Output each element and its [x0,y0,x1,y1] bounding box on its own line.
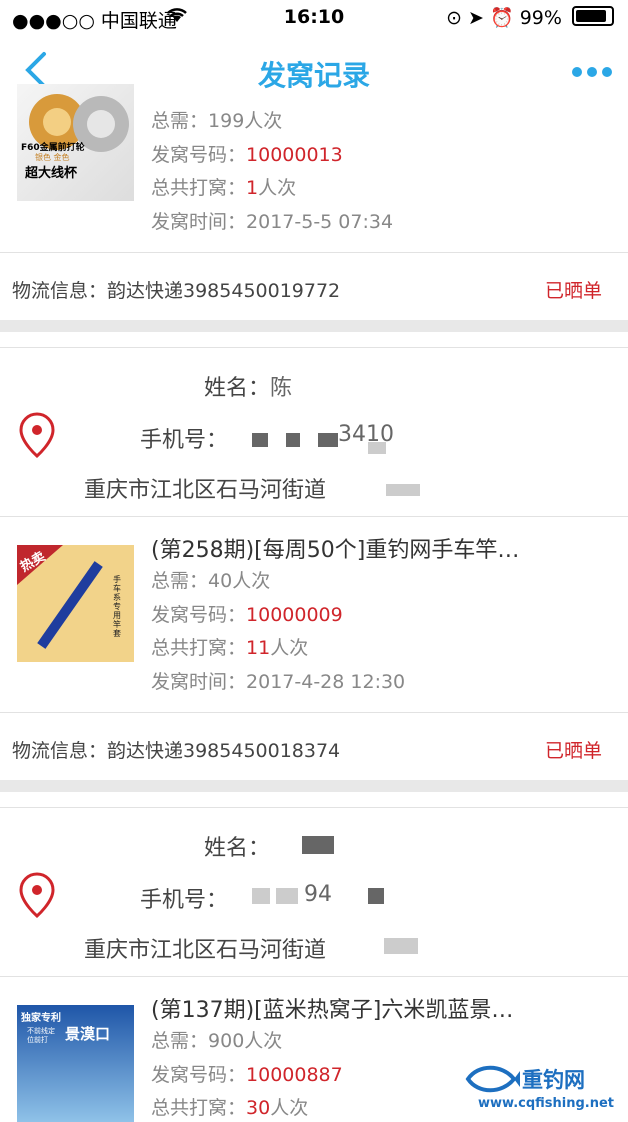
image-caption-1: 独家专利 [21,1013,61,1024]
redaction [252,888,270,904]
divider [0,976,628,977]
section-gap [0,320,628,332]
recipient-name: 姓名： [204,836,271,861]
bets-count: 总共打窝：11人次 [151,637,309,659]
status-badge[interactable]: 已晒单 [545,736,602,763]
location-icon: ➤ [468,7,484,29]
bets-count: 总共打窝：1人次 [151,177,297,199]
order-number: 发窝号码：10000009 [151,604,343,626]
total-needed: 总需：40人次 [151,570,271,592]
product-image: 热卖 手车系专用竿套 [17,545,134,662]
product-image: 独家专利 不前线定位前打 景漠口 [17,1005,134,1122]
redaction [302,836,334,854]
redaction [318,433,338,447]
location-pin-icon [18,412,56,458]
status-badge[interactable]: 已晒单 [545,276,602,303]
divider [0,807,628,808]
image-caption-3: 景漠口 [65,1025,111,1043]
recipient-phone: 手机号： [140,888,229,913]
total-needed: 总需：900人次 [151,1030,283,1052]
divider [0,712,628,713]
total-needed: 总需：199人次 [151,110,283,132]
bets-count: 总共打窝：30人次 [151,1097,309,1119]
divider [0,347,628,348]
recipient-name: 姓名：陈 [204,376,293,401]
divider [0,252,628,253]
image-caption-2: 不前线定位前打 [27,1027,55,1044]
alarm-icon: ⏰ [490,7,514,29]
redaction [286,433,300,447]
order-number: 发窝号码：10000887 [151,1064,343,1086]
redaction [276,888,298,904]
redaction [368,442,386,454]
recipient-phone: 手机号： [140,428,229,453]
image-caption: 手车系专用竿套 [113,575,121,638]
order-time: 发窝时间：2017-5-5 07:34 [151,211,394,233]
recipient-address: 重庆市江北区石马河街道 [84,938,327,963]
fish-logo-icon [465,1065,520,1093]
product-title: (第137期)[蓝米热窝子]六米凯蓝景… [151,998,514,1023]
redaction [252,433,268,447]
image-caption-3: 超大线杯 [25,166,78,181]
order-number: 发窝号码：10000013 [151,144,343,166]
product-title: (第258期)[每周50个]重钓网手车竿… [151,538,520,563]
site-watermark: 重钓网 www.cqfishing.net [464,1062,624,1114]
order-time: 发窝时间：2017-4-28 12:30 [151,671,406,693]
redaction [386,484,420,496]
redaction [384,938,418,954]
battery-icon [572,6,614,26]
recipient-address: 重庆市江北区石马河街道 [84,478,327,503]
watermark-url: www.cqfishing.net [478,1096,615,1111]
divider [0,516,628,517]
more-button[interactable] [567,62,612,81]
location-pin-icon [18,872,56,918]
phone-tail: 94 [304,882,332,907]
redaction [368,888,384,904]
watermark-brand: 重钓网 [522,1068,585,1092]
status-right: ⊙ ➤ ⏰ 99% [446,6,614,29]
battery-percent: 99% [519,7,562,29]
logistics-info: 物流信息：韵达快递3985450018374 [12,740,341,762]
product-image: F60金属前打轮 银色 金色 超大线杯 [17,84,134,201]
lock-rotation-icon: ⊙ [446,7,462,29]
status-bar: ●●●○○ 中国联通 16:10 ⊙ ➤ ⏰ 99% [0,0,628,36]
logistics-info: 物流信息：韵达快递3985450019772 [12,280,341,302]
section-gap [0,780,628,792]
